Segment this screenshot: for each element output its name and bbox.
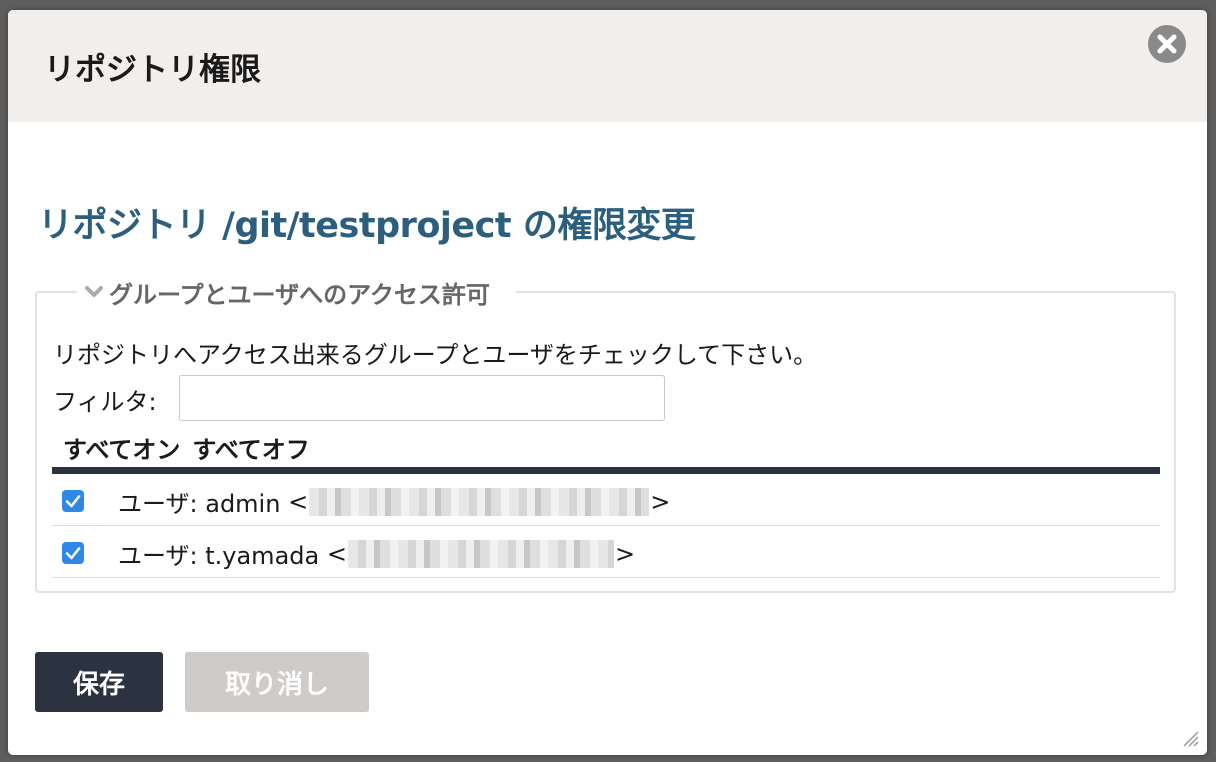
fieldset-legend[interactable]: グループとユーザへのアクセス許可 <box>77 273 516 311</box>
access-permission-fieldset: グループとユーザへのアクセス許可 リポジトリへアクセス出来るグループとユーザをチ… <box>35 273 1176 593</box>
close-button[interactable] <box>1148 25 1186 63</box>
redacted-email <box>347 539 614 568</box>
instruction-text: リポジトリへアクセス出来るグループとユーザをチェックして下さい。 <box>53 341 818 369</box>
filter-input[interactable] <box>179 375 665 421</box>
select-all-link[interactable]: すべてオン <box>63 436 180 464</box>
repository-permission-dialog: リポジトリ権限 リポジトリ /git/testproject の権限変更 グルー… <box>8 10 1207 755</box>
checkmark-icon <box>65 495 81 508</box>
deselect-all-link[interactable]: すべてオフ <box>192 436 309 464</box>
cancel-button[interactable]: 取り消し <box>185 652 369 712</box>
filter-label: フィルタ: <box>53 388 157 416</box>
page-heading: リポジトリ /git/testproject の権限変更 <box>38 206 696 246</box>
table-row: ユーザ: t.yamada < > <box>52 526 1160 578</box>
member-checkbox-t-yamada[interactable] <box>62 542 84 564</box>
member-label: ユーザ: admin < > <box>118 484 670 519</box>
member-label: ユーザ: t.yamada < > <box>118 536 635 571</box>
member-name: ユーザ: admin <box>118 490 281 518</box>
close-icon <box>1157 34 1177 54</box>
redacted-email <box>309 487 650 516</box>
table-row: ユーザ: admin < > <box>52 474 1160 526</box>
toggle-all-row: すべてオン すべてオフ <box>63 430 310 465</box>
chevron-down-icon <box>85 286 103 297</box>
save-button[interactable]: 保存 <box>35 652 163 712</box>
resize-grip-icon[interactable] <box>1178 726 1200 748</box>
member-checkbox-admin[interactable] <box>62 490 84 512</box>
checkmark-icon <box>65 547 81 560</box>
fieldset-legend-label: グループとユーザへのアクセス許可 <box>109 280 490 309</box>
dialog-header: リポジトリ権限 <box>8 10 1207 122</box>
member-name: ユーザ: t.yamada <box>118 542 320 570</box>
table-header-divider <box>52 467 1160 474</box>
dialog-title: リポジトリ権限 <box>44 52 261 88</box>
